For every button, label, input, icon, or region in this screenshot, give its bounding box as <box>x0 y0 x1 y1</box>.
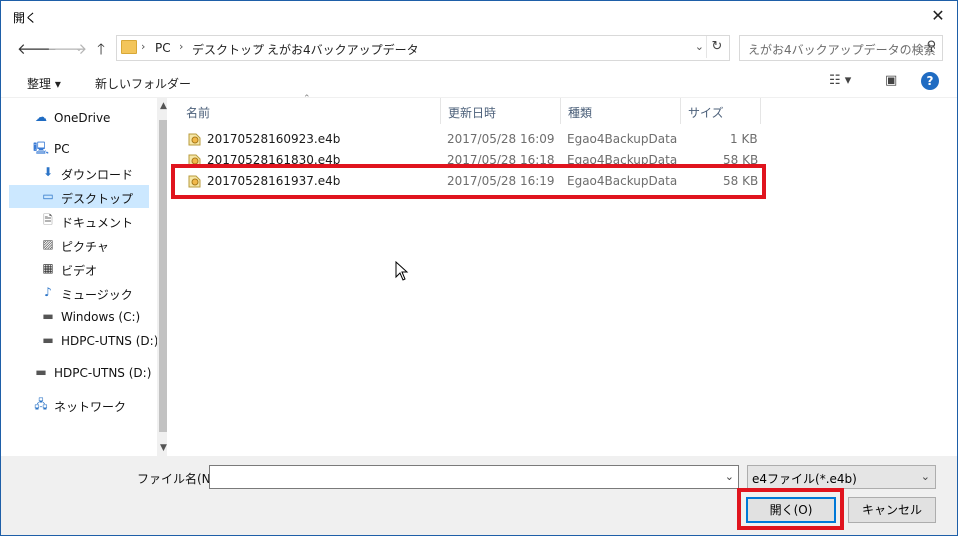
sidebar-item-hdpc-d-root[interactable]: ▬ HDPC-UTNS (D:) <box>9 361 152 384</box>
title-bar: 開く ✕ <box>1 1 957 31</box>
sidebar-item-label: ダウンロード <box>61 168 134 182</box>
new-folder-button[interactable]: 新しいフォルダー <box>95 75 191 92</box>
column-header-type[interactable]: 種類 <box>561 98 681 124</box>
sidebar-item-label: ビデオ <box>61 264 98 278</box>
sidebar-item-hdpc-d[interactable]: ▬ HDPC-UTNS (D:) <box>9 329 158 352</box>
chevron-right-icon: › <box>141 40 146 53</box>
navigation-pane: ☁ OneDrive 🖳 PC ⬇ ダウンロード ▭ デスクトップ 🗎 ドキュメ… <box>9 98 172 456</box>
sidebar-item-label: OneDrive <box>54 111 111 125</box>
breadcrumb-pc[interactable]: PC <box>155 41 171 55</box>
close-button[interactable]: ✕ <box>925 3 951 29</box>
column-header-label: 種類 <box>568 106 593 120</box>
music-icon: ♪ <box>44 285 52 299</box>
sidebar-item-downloads[interactable]: ⬇ ダウンロード <box>9 161 149 184</box>
navigation-bar: 🡐 🡒 ⌄ 🡑 › PC › デスクトップ › えがお4バックアップデータ ⌄ … <box>1 35 957 63</box>
chevron-down-icon[interactable]: ⌄ <box>695 40 704 53</box>
column-header-size[interactable]: サイズ <box>681 98 761 124</box>
cloud-icon: ☁ <box>35 110 47 124</box>
breadcrumb-current-folder[interactable]: えがお4バックアップデータ <box>267 41 419 58</box>
computer-icon: 🖳 <box>33 141 50 155</box>
view-options-icon[interactable]: ☷ ▾ <box>829 73 851 88</box>
video-icon: ▦ <box>42 261 54 275</box>
file-list: ⌃ 名前 更新日時 種類 サイズ 20170528160923.e4b 2017… <box>167 94 953 456</box>
cancel-button[interactable]: キャンセル <box>848 497 936 523</box>
search-icon[interactable]: ⚲ <box>926 39 936 54</box>
drive-icon: ▬ <box>35 365 47 379</box>
filetype-value: e4ファイル(*.e4b) <box>752 472 857 486</box>
chevron-down-icon[interactable]: ⌄ <box>921 470 930 483</box>
download-icon: ⬇ <box>42 165 54 179</box>
sidebar-item-label: PC <box>54 142 70 156</box>
sidebar-item-network[interactable]: 🖧 ネットワーク <box>9 393 149 416</box>
column-header-label: 更新日時 <box>448 106 497 120</box>
column-header-label: 名前 <box>186 106 211 120</box>
window-title: 開く <box>13 11 38 25</box>
chevron-down-icon[interactable]: ⌄ <box>725 470 734 483</box>
preview-pane-icon[interactable]: ▣ <box>885 73 897 88</box>
refresh-icon[interactable]: ↻ <box>706 36 727 58</box>
drive-icon: ▬ <box>42 309 54 323</box>
sidebar-item-label: Windows (C:) <box>61 310 141 324</box>
sidebar-item-pictures[interactable]: ▨ ピクチャ <box>9 233 149 256</box>
document-icon: 🗎 <box>43 213 53 227</box>
sidebar-item-pc[interactable]: 🖳 PC <box>9 137 149 160</box>
search-box[interactable]: えがお4バックアップデータの検索 ⚲ <box>739 35 943 61</box>
forward-button[interactable]: 🡒 <box>47 39 87 59</box>
organize-button[interactable]: 整理 ▾ <box>27 75 61 92</box>
open-button-highlight-box <box>737 488 844 530</box>
column-header-date[interactable]: 更新日時 <box>441 98 561 124</box>
sidebar-item-label: ピクチャ <box>61 240 109 254</box>
up-button[interactable]: 🡑 <box>91 39 111 59</box>
breadcrumb-desktop[interactable]: デスクトップ <box>192 41 264 58</box>
file-date: 2017/05/28 16:09 <box>447 132 555 146</box>
desktop-icon: ▭ <box>42 189 54 203</box>
sidebar-item-onedrive[interactable]: ☁ OneDrive <box>9 106 149 129</box>
drive-icon: ▬ <box>42 333 54 347</box>
column-header-label: サイズ <box>688 106 724 120</box>
recent-locations-dropdown[interactable]: ⌄ <box>69 39 89 59</box>
scroll-down-icon[interactable]: ▼ <box>160 443 167 453</box>
network-icon: 🖧 <box>34 397 48 411</box>
sidebar-item-label: HDPC-UTNS (D:) <box>61 334 159 348</box>
sidebar-item-music[interactable]: ♪ ミュージック <box>9 281 149 304</box>
sidebar-item-documents[interactable]: 🗎 ドキュメント <box>9 209 149 232</box>
back-button[interactable]: 🡐 <box>17 39 57 59</box>
sidebar-item-label: ドキュメント <box>61 216 134 230</box>
sidebar-item-windows-c[interactable]: ▬ Windows (C:) <box>9 305 149 328</box>
search-placeholder: えがお4バックアップデータの検索 <box>748 43 936 57</box>
sidebar-item-label: HDPC-UTNS (D:) <box>54 366 152 380</box>
picture-icon: ▨ <box>42 237 54 251</box>
egao-file-icon <box>188 133 201 146</box>
file-type: Egao4BackupData <box>567 132 678 146</box>
sidebar-item-label: ミュージック <box>61 288 133 302</box>
open-file-dialog: 開く ✕ 🡐 🡒 ⌄ 🡑 › PC › デスクトップ › えがお4バックアップデ… <box>0 0 958 536</box>
sidebar-item-desktop[interactable]: ▭ デスクトップ <box>9 185 149 208</box>
folder-icon <box>121 40 137 54</box>
selected-file-highlight-box <box>171 164 766 199</box>
file-row[interactable]: 20170528160923.e4b 2017/05/28 16:09 Egao… <box>167 129 953 150</box>
filename-label: ファイル名(N): <box>137 472 220 486</box>
chevron-right-icon[interactable]: › <box>255 40 259 53</box>
sidebar-item-label: デスクトップ <box>61 192 134 206</box>
scroll-up-icon[interactable]: ▲ <box>160 101 167 111</box>
help-icon[interactable]: ? <box>921 72 939 90</box>
command-bar: 整理 ▾ 新しいフォルダー ☷ ▾ ▣ ? <box>1 67 957 98</box>
column-header-name[interactable]: 名前 <box>179 98 441 124</box>
dialog-footer: ファイル名(N): ⌄ e4ファイル(*.e4b) ⌄ 開く(O) キャンセル <box>1 456 957 535</box>
file-name: 20170528160923.e4b <box>207 132 341 146</box>
address-bar[interactable]: › PC › デスクトップ › えがお4バックアップデータ ⌄ ↻ <box>116 35 730 61</box>
chevron-right-icon[interactable]: › <box>179 40 183 53</box>
file-size: 1 KB <box>730 132 758 146</box>
mouse-cursor-icon <box>395 261 409 281</box>
filename-input[interactable]: ⌄ <box>209 465 739 489</box>
filetype-select[interactable]: e4ファイル(*.e4b) ⌄ <box>747 465 936 489</box>
sidebar-item-label: ネットワーク <box>54 400 127 414</box>
sidebar-item-videos[interactable]: ▦ ビデオ <box>9 257 149 280</box>
